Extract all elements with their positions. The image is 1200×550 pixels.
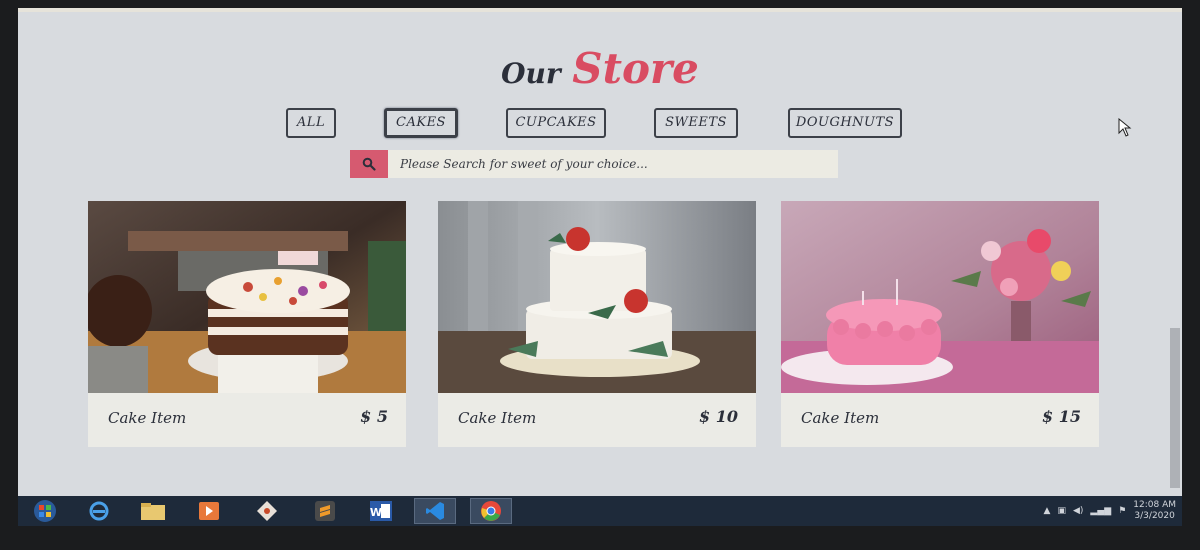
filter-cakes-button[interactable]: CAKES — [384, 108, 458, 138]
product-image-cake-2[interactable] — [438, 201, 756, 393]
taskbar: W ▲ ▣ ◀) ▂▄▆ ⚑ 12:08 AM 3/3/2020 — [18, 496, 1182, 526]
product-name: Cake Item — [108, 409, 187, 427]
system-tray: ▲ ▣ ◀) ▂▄▆ ⚑ 12:08 AM 3/3/2020 — [1044, 498, 1176, 524]
product-card[interactable]: Cake Item $ 5 — [88, 201, 406, 447]
search-bar — [350, 150, 838, 178]
product-name: Cake Item — [801, 409, 880, 427]
product-price: $ 5 — [360, 407, 388, 426]
chrome-icon — [481, 501, 501, 521]
search-button[interactable] — [350, 150, 388, 178]
file-explorer-icon — [141, 503, 165, 520]
svg-text:W: W — [370, 506, 382, 519]
product-price: $ 10 — [699, 407, 738, 426]
network-icon[interactable]: ▂▄▆ — [1090, 506, 1111, 516]
taskbar-word[interactable]: W — [360, 498, 402, 524]
page-scrollbar[interactable] — [1170, 328, 1180, 488]
action-center-icon[interactable]: ▣ — [1057, 506, 1066, 516]
monitor: Our Store ALL CAKES CUPCAKES SWEETS DOUG… — [0, 0, 1200, 550]
sublime-text-icon — [315, 501, 335, 521]
search-icon — [362, 157, 376, 171]
clock-time: 12:08 AM — [1133, 500, 1176, 510]
page-title: Our Store — [18, 44, 1182, 93]
mouse-cursor-icon — [1118, 118, 1132, 137]
start-button[interactable] — [24, 498, 66, 524]
title-our: Our — [501, 57, 561, 90]
filter-all-button[interactable]: ALL — [286, 108, 336, 138]
product-image-cake-1[interactable] — [88, 201, 406, 393]
filter-sweets-button[interactable]: SWEETS — [654, 108, 738, 138]
product-footer: Cake Item $ 5 — [88, 393, 406, 447]
start-icon — [34, 500, 56, 522]
title-store: Store — [572, 44, 699, 93]
product-footer: Cake Item $ 15 — [781, 393, 1099, 447]
filter-doughnuts-button[interactable]: DOUGHNUTS — [788, 108, 902, 138]
product-price: $ 15 — [1042, 407, 1081, 426]
vscode-icon — [426, 502, 444, 520]
volume-icon[interactable]: ◀) — [1073, 506, 1083, 516]
taskbar-media-player[interactable] — [188, 498, 230, 524]
internet-explorer-icon — [89, 501, 109, 521]
taskbar-vscode[interactable] — [414, 498, 456, 524]
flag-icon[interactable]: ⚑ — [1118, 506, 1126, 516]
show-hidden-icons-icon[interactable]: ▲ — [1044, 506, 1051, 516]
clock-date: 3/3/2020 — [1134, 511, 1175, 521]
page-top-band — [18, 8, 1182, 12]
taskbar-chrome[interactable] — [470, 498, 512, 524]
filter-cupcakes-button[interactable]: CUPCAKES — [506, 108, 606, 138]
product-card[interactable]: Cake Item $ 15 — [781, 201, 1099, 447]
taskbar-sublime-text[interactable] — [304, 498, 346, 524]
word-icon: W — [370, 501, 392, 521]
browser-viewport: Our Store ALL CAKES CUPCAKES SWEETS DOUG… — [18, 8, 1182, 496]
taskbar-file-explorer[interactable] — [132, 498, 174, 524]
product-name: Cake Item — [458, 409, 537, 427]
clock[interactable]: 12:08 AM 3/3/2020 — [1133, 500, 1176, 522]
filter-bar: ALL CAKES CUPCAKES SWEETS DOUGHNUTS — [18, 108, 1182, 140]
product-image-cake-3[interactable] — [781, 201, 1099, 393]
taskbar-internet-explorer[interactable] — [78, 498, 120, 524]
taskbar-git[interactable] — [246, 498, 288, 524]
git-icon — [257, 501, 277, 521]
media-player-icon — [199, 502, 219, 520]
search-input[interactable] — [388, 150, 838, 178]
product-footer: Cake Item $ 10 — [438, 393, 756, 447]
product-card[interactable]: Cake Item $ 10 — [438, 201, 756, 447]
